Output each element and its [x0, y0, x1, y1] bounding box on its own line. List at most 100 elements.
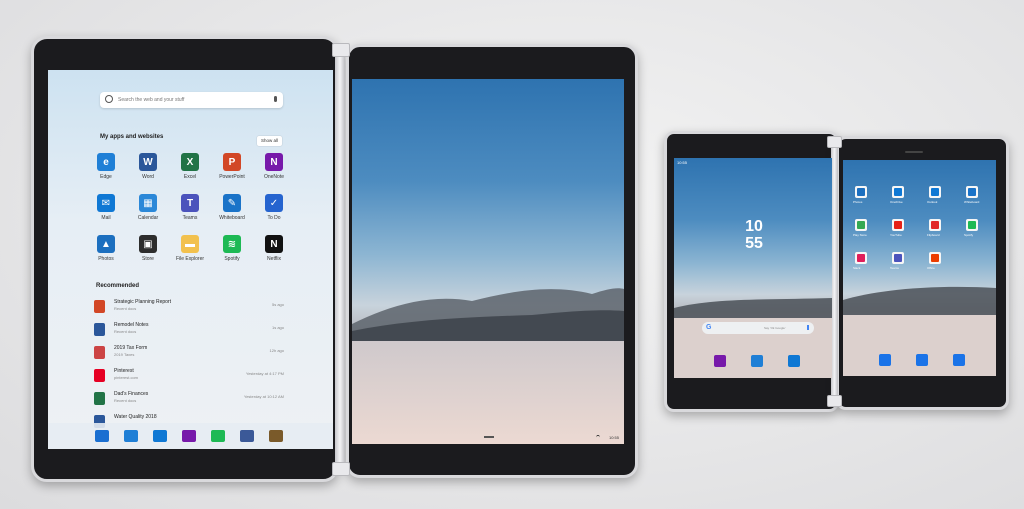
spotify-icon[interactable] — [211, 430, 225, 442]
recommended-title: 2019 Tax Form — [114, 345, 148, 351]
recommended-sub: pinterest.com — [114, 375, 139, 380]
app-tile-store[interactable]: ▣ Store — [127, 235, 169, 262]
recommended-item[interactable]: Remodel Notes Recent docs 1s ago — [94, 321, 284, 343]
outlook-icon — [931, 188, 939, 196]
app-label: Excel — [183, 174, 197, 180]
app-office[interactable] — [929, 252, 941, 264]
messages-icon[interactable] — [916, 354, 928, 366]
app-slack[interactable] — [855, 252, 867, 264]
outlook-icon[interactable] — [788, 355, 800, 367]
search-box[interactable]: Search the web and your stuff — [100, 92, 283, 108]
app-label: Calendar — [137, 215, 159, 221]
desert-landscape — [352, 288, 624, 444]
apps-section-title: My apps and websites — [100, 134, 164, 140]
mail-icon: ✉ — [97, 194, 115, 212]
slack-icon — [857, 254, 865, 262]
app-outlook[interactable] — [929, 186, 941, 198]
spotify-icon — [968, 221, 976, 229]
start-menu-screen: Search the web and your stuff My apps an… — [48, 70, 333, 449]
app-label: Edge — [100, 174, 112, 180]
app-tile-netflix[interactable]: N Netflix — [253, 235, 295, 262]
edge-icon[interactable] — [124, 430, 138, 442]
app-label: To Do — [267, 215, 281, 221]
app-play-store[interactable] — [855, 219, 867, 231]
app-spotify[interactable] — [966, 219, 978, 231]
app-tile-calendar[interactable]: ▦ Calendar — [127, 194, 169, 221]
files-icon[interactable] — [269, 430, 283, 442]
app-flipboard[interactable] — [929, 219, 941, 231]
home-indicator[interactable] — [484, 436, 494, 438]
app-onedrive[interactable] — [892, 186, 904, 198]
duo-left-landscape — [674, 298, 832, 378]
app-tile-file-explorer[interactable]: ▬ File Explorer — [169, 235, 211, 262]
app-tile-edge[interactable]: e Edge — [85, 153, 127, 180]
app-label: Play Store — [853, 233, 867, 237]
recommended-sub: 2019 Taxes — [114, 352, 135, 357]
windows-icon[interactable] — [95, 430, 109, 442]
tray-time: 10:55 — [608, 435, 619, 440]
recommended-time: 12h ago — [269, 348, 284, 353]
recommended-time: 5s ago — [271, 302, 284, 307]
show-all-button[interactable]: Show all — [257, 136, 282, 146]
duo-right-screen: Photos OneDrive Outlook Whiteboard Play Stor… — [843, 160, 996, 376]
hinge-cap-bottom — [332, 462, 350, 476]
google-search-bar[interactable]: G Say 'Ok Google' — [702, 322, 814, 334]
file-icon — [94, 392, 105, 405]
photos-icon: ▲ — [97, 235, 115, 253]
phone-icon[interactable] — [879, 354, 891, 366]
earpiece — [905, 151, 923, 153]
app-youtube[interactable] — [892, 219, 904, 231]
file-icon — [94, 346, 105, 359]
recommended-time: 1s ago — [271, 325, 284, 330]
whiteboard-icon: ✎ — [223, 194, 241, 212]
app-tile-whiteboard[interactable]: ✎ Whiteboard — [211, 194, 253, 221]
recommended-item[interactable]: Strategic Planning Report Recent docs 5s a… — [94, 298, 284, 320]
google-g-icon: G — [706, 324, 712, 331]
recommended-item[interactable]: Pinterest pinterest.com Yesterday at 4:17 … — [94, 367, 284, 389]
recommended-item[interactable]: 2019 Tax Form 2019 Taxes 12h ago — [94, 344, 284, 366]
spotify-icon: ≋ — [223, 235, 241, 253]
teams-icon — [894, 254, 902, 262]
onenote-icon[interactable] — [182, 430, 196, 442]
camera-icon[interactable] — [953, 354, 965, 366]
mic-icon[interactable] — [807, 325, 809, 330]
app-tile-to-do[interactable]: ✓ To Do — [253, 194, 295, 221]
app-label: Slack — [853, 266, 861, 270]
recommended-sub: Recent docs — [114, 398, 137, 403]
app-tile-teams[interactable]: T Teams — [169, 194, 211, 221]
word-icon: W — [139, 153, 157, 171]
facebook-icon[interactable] — [240, 430, 254, 442]
app-tile-excel[interactable]: X Excel — [169, 153, 211, 180]
app-label: Office — [927, 266, 935, 270]
onenote-icon: N — [265, 153, 283, 171]
app-tile-word[interactable]: W Word — [127, 153, 169, 180]
microphone-icon[interactable] — [274, 96, 277, 102]
app-whiteboard[interactable] — [966, 186, 978, 198]
recommended-item[interactable]: Dad's Finances Recent docs Yesterday at 10… — [94, 390, 284, 412]
powerpoint-icon: P — [223, 153, 241, 171]
recommended-sub: Recent docs — [114, 306, 137, 311]
surface-neo-hinge — [335, 48, 345, 466]
app-label: Whiteboard — [219, 215, 245, 221]
app-label: Outlook — [927, 200, 938, 204]
app-teams[interactable] — [892, 252, 904, 264]
app-tile-mail[interactable]: ✉ Mail — [85, 194, 127, 221]
app-photos[interactable] — [855, 186, 867, 198]
office-icon — [931, 254, 939, 262]
mail-icon[interactable] — [153, 430, 167, 442]
app-tile-powerpoint[interactable]: P PowerPoint — [211, 153, 253, 180]
edge-icon[interactable] — [751, 355, 763, 367]
app-label: PowerPoint — [219, 174, 245, 180]
recommended-title: Remodel Notes — [114, 322, 149, 328]
recommended-title: Strategic Planning Report — [114, 299, 171, 305]
store-icon: ▣ — [139, 235, 157, 253]
app-label: OneDrive — [890, 200, 903, 204]
onenote-icon[interactable] — [714, 355, 726, 367]
app-label: Spotify — [224, 256, 240, 262]
app-label: Teams — [182, 215, 198, 221]
file-icon — [94, 369, 105, 382]
app-tile-photos[interactable]: ▲ Photos — [85, 235, 127, 262]
app-label: Mail — [101, 215, 111, 221]
app-tile-onenote[interactable]: N OneNote — [253, 153, 295, 180]
app-tile-spotify[interactable]: ≋ Spotify — [211, 235, 253, 262]
